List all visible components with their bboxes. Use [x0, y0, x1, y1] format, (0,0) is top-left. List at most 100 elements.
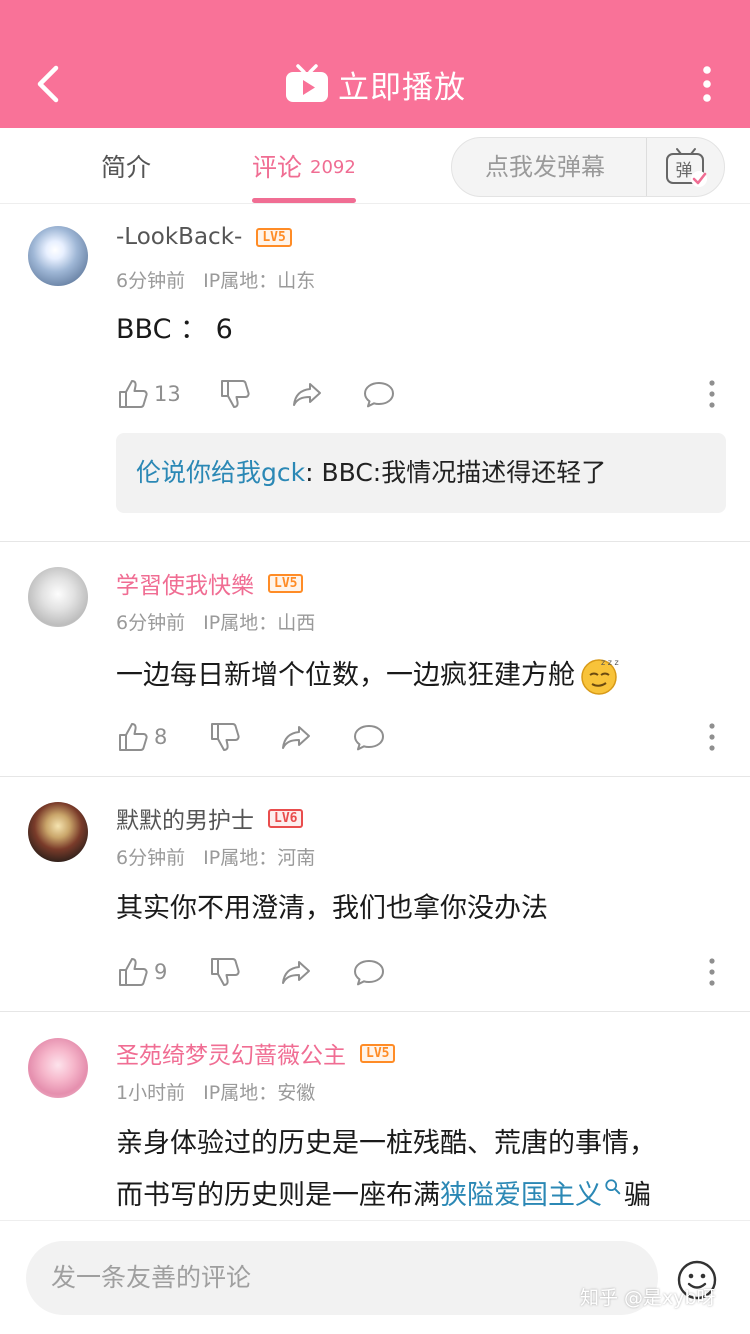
comment-bubble-icon — [364, 382, 394, 408]
tab-comments[interactable]: 评论 2092 — [252, 128, 356, 204]
comment-content: 其实你不用澄清，我们也拿你没办法 — [116, 893, 548, 924]
thumbs-down-icon — [211, 723, 240, 751]
username[interactable]: 圣苑绮梦灵幻蔷薇公主 LV5 — [116, 1036, 396, 1070]
active-tab-indicator — [252, 198, 356, 203]
comment-item: 圣苑绮梦灵幻蔷薇公主 LV5 1小时前 IP属地：安徽 亲身体验过的历史是一桩残… — [0, 1012, 750, 1220]
comment-actions: 9 — [116, 952, 722, 992]
reply-text: : BBC:我情况描述得还轻了 — [305, 458, 607, 487]
username-text: 学習使我快樂 — [116, 573, 254, 599]
tab-intro[interactable]: 简介 — [101, 128, 151, 204]
dislike-button[interactable] — [208, 952, 242, 992]
comment-content: BBC ： 6 — [116, 314, 233, 345]
comment-more-icon[interactable] — [702, 717, 722, 757]
reply-button[interactable] — [352, 952, 386, 992]
share-button[interactable] — [279, 717, 313, 757]
comment-actions: 13 — [116, 374, 722, 414]
danmaku-placeholder: 点我发弹幕 — [485, 153, 605, 181]
share-button[interactable] — [290, 374, 324, 414]
comment-bubble-icon — [354, 960, 384, 986]
comment-text: 一边每日新增个位数，一边疯狂建方舱 — [116, 660, 575, 691]
thumbs-up-icon — [119, 723, 148, 751]
play-now-button[interactable]: 立即播放 — [0, 58, 750, 110]
comment-line: 而书写的历史则是一座布满狭隘爱国主义骗 — [116, 1170, 720, 1220]
thumbs-up-icon — [119, 380, 148, 408]
like-button[interactable]: 13 — [116, 374, 181, 414]
comment-meta: 6分钟前 IP属地：河南 — [116, 843, 315, 870]
divider — [646, 138, 647, 196]
comment-meta: 6分钟前 IP属地：山东 — [116, 266, 315, 293]
comment-text: 而书写的历史则是一座布满 — [116, 1180, 440, 1211]
comment-more-icon[interactable] — [702, 374, 722, 414]
share-icon — [282, 726, 310, 749]
more-vertical-icon[interactable] — [692, 62, 722, 106]
thumbs-up-icon — [119, 958, 148, 986]
comment-input[interactable]: 发一条友善的评论 — [26, 1241, 658, 1315]
like-count: 9 — [154, 960, 168, 984]
sleepy-emoji-icon: z z z — [581, 658, 619, 695]
danmaku-icon-label: 弹 — [676, 161, 693, 181]
username[interactable]: 学習使我快樂 LV5 — [116, 566, 304, 600]
username[interactable]: -LookBack- LV5 — [116, 224, 292, 250]
level-badge: LV5 — [256, 227, 292, 247]
ip-location: IP属地：山西 — [203, 612, 316, 634]
tv-icon — [286, 64, 328, 102]
comment-text: 骗 — [624, 1180, 651, 1211]
ip-location: IP属地：河南 — [203, 847, 316, 869]
tab-comments-label: 评论 — [252, 153, 303, 182]
comment-bubble-icon — [354, 725, 384, 751]
comment-more-icon[interactable] — [702, 952, 722, 992]
reply-username[interactable]: 伦说你给我gck — [136, 458, 305, 487]
avatar[interactable] — [28, 1038, 88, 1098]
like-button[interactable]: 8 — [116, 717, 167, 757]
reply-preview[interactable]: 伦说你给我gck: BBC:我情况描述得还轻了 — [116, 433, 726, 513]
share-icon — [282, 961, 310, 984]
level-badge: LV5 — [268, 573, 304, 593]
header-title: 立即播放 — [338, 69, 466, 106]
ip-location: IP属地：山东 — [203, 270, 316, 292]
username-text: -LookBack- — [116, 224, 243, 250]
comment-content: 一边每日新增个位数，一边疯狂建方舱 z z z — [116, 650, 714, 702]
tab-intro-label: 简介 — [101, 153, 152, 182]
bottom-comment-bar: 发一条友善的评论 知乎 @是xyb呀 — [0, 1220, 750, 1334]
thumbs-down-icon — [221, 380, 250, 408]
reply-button[interactable] — [362, 374, 396, 414]
like-count: 8 — [154, 725, 168, 749]
send-danmaku-button[interactable]: 点我发弹幕 弹 — [451, 137, 725, 197]
comment-meta: 6分钟前 IP属地：山西 — [116, 608, 315, 635]
share-icon — [293, 383, 321, 406]
emoji-zzz: z z z — [601, 658, 619, 667]
level-badge: LV6 — [268, 808, 304, 828]
ip-location: IP属地：安徽 — [203, 1082, 316, 1104]
thumbs-down-icon — [211, 958, 240, 986]
comment-time: 6分钟前 — [116, 612, 186, 634]
share-button[interactable] — [279, 952, 313, 992]
comment-item: 学習使我快樂 LV5 6分钟前 IP属地：山西 一边每日新增个位数，一边疯狂建方… — [0, 542, 750, 776]
comment-item: 默默的男护士 LV6 6分钟前 IP属地：河南 其实你不用澄清，我们也拿你没办法… — [0, 777, 750, 1011]
comment-content: 亲身体验过的历史是一桩残酷、荒唐的事情， 而书写的历史则是一座布满狭隘爱国主义骗 — [116, 1118, 720, 1220]
comment-count: 2092 — [310, 156, 356, 178]
comment-time: 1小时前 — [116, 1082, 186, 1104]
username-text: 圣苑绮梦灵幻蔷薇公主 — [116, 1043, 346, 1069]
watermark: 知乎 @是xyb呀 — [580, 1287, 716, 1309]
avatar[interactable] — [28, 802, 88, 862]
comment-meta: 1小时前 IP属地：安徽 — [116, 1078, 315, 1105]
dislike-button[interactable] — [208, 717, 242, 757]
like-button[interactable]: 9 — [116, 952, 167, 992]
level-badge: LV5 — [360, 1043, 396, 1063]
comment-line: 亲身体验过的历史是一桩残酷、荒唐的事情， — [116, 1128, 656, 1159]
comment-time: 6分钟前 — [116, 270, 186, 292]
like-count: 13 — [154, 382, 181, 406]
reply-button[interactable] — [352, 717, 386, 757]
comment-item: -LookBack- LV5 6分钟前 IP属地：山东 BBC ： 6 13 伦… — [0, 204, 750, 542]
dislike-button[interactable] — [218, 374, 252, 414]
danmaku-toggle-icon[interactable]: 弹 — [664, 146, 708, 188]
username[interactable]: 默默的男护士 LV6 — [116, 801, 304, 835]
comment-actions: 8 — [116, 717, 722, 757]
top-bar: 立即播放 — [0, 0, 750, 128]
avatar[interactable] — [28, 567, 88, 627]
search-keyword-link[interactable]: 狭隘爱国主义 — [440, 1180, 602, 1211]
search-icon[interactable] — [604, 1178, 622, 1196]
username-text: 默默的男护士 — [116, 808, 254, 834]
comment-time: 6分钟前 — [116, 847, 186, 869]
avatar[interactable] — [28, 226, 88, 286]
